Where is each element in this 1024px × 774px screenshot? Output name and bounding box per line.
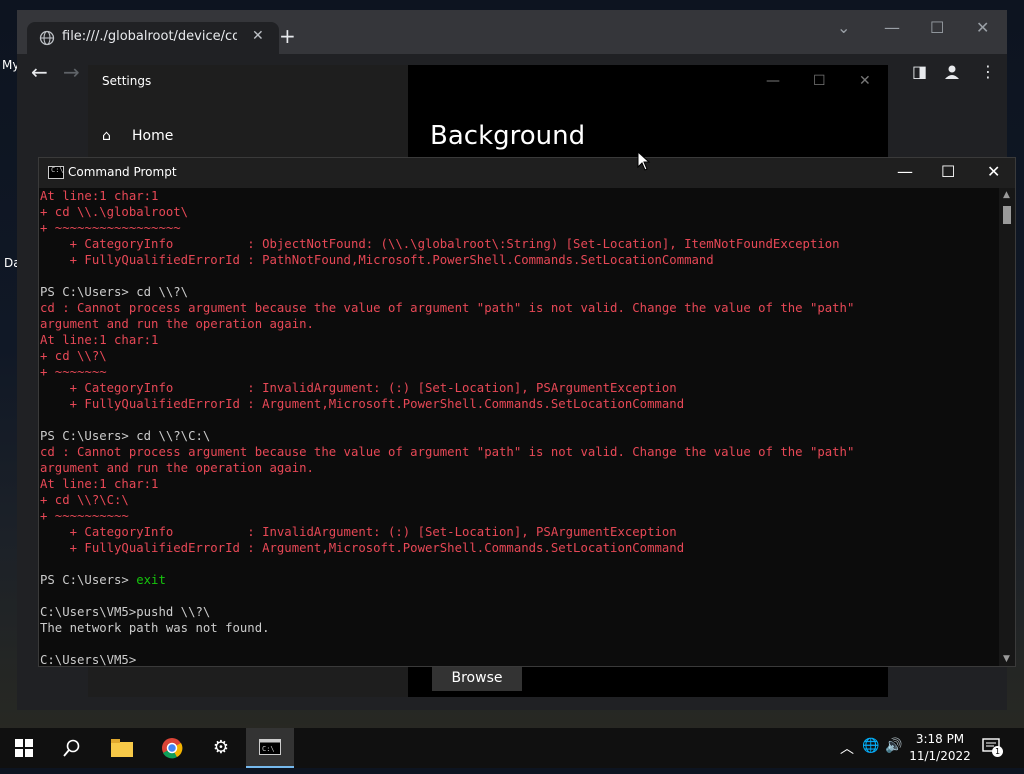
console-line: argument and run the operation again. — [40, 317, 314, 331]
console-line: C:\Users\VM5>pushd \\?\ — [40, 605, 211, 619]
settings-gear-icon[interactable]: ⚙ — [197, 728, 245, 768]
home-label: Home — [132, 128, 174, 144]
scrollbar[interactable]: ▲ ▼ — [999, 188, 1015, 666]
new-tab-button[interactable]: + — [279, 24, 296, 48]
cmd-titlebar[interactable]: C:\ Command Prompt — ☐ ✕ — [39, 158, 1015, 188]
console-line: At line:1 char:1 — [40, 477, 159, 491]
console-line: At line:1 char:1 — [40, 333, 159, 347]
maximize-icon[interactable]: ☐ — [813, 73, 826, 89]
settings-title: Settings — [102, 74, 152, 88]
notification-icon[interactable]: 1 — [982, 738, 1003, 757]
close-icon[interactable]: ✕ — [976, 18, 989, 37]
back-button[interactable]: ← — [31, 60, 48, 84]
console-line: cd : Cannot process argument because the… — [40, 445, 855, 459]
console-line: + cd \\?\C:\ — [40, 493, 129, 507]
file-explorer-icon[interactable] — [98, 728, 146, 768]
chevron-up-icon[interactable]: ︿ — [840, 738, 854, 758]
side-panel-icon[interactable]: ◨ — [912, 62, 927, 81]
minimize-icon[interactable]: — — [766, 73, 780, 89]
clock-date: 11/1/2022 — [909, 749, 971, 763]
console-line: argument and run the operation again. — [40, 461, 314, 475]
console-line: The network path was not found. — [40, 621, 270, 635]
minimize-icon[interactable]: — — [897, 162, 913, 181]
search-icon[interactable] — [48, 728, 96, 768]
tab-search-icon[interactable]: ⌄ — [837, 18, 850, 37]
command-prompt-task-icon[interactable]: C:\ — [246, 728, 294, 768]
console-line: + FullyQualifiedErrorId : PathNotFound,M… — [40, 253, 714, 267]
start-button[interactable] — [0, 728, 48, 768]
console-line: + cd \\.\globalroot\ — [40, 205, 189, 219]
svg-text:C:\: C:\ — [262, 745, 275, 753]
maximize-icon[interactable]: ☐ — [941, 162, 955, 181]
console-line: + FullyQualifiedErrorId : Argument,Micro… — [40, 397, 685, 411]
console-line: cd : Cannot process argument because the… — [40, 301, 855, 315]
notification-badge: 1 — [992, 746, 1003, 757]
scroll-up-icon[interactable]: ▲ — [1003, 190, 1010, 200]
profile-icon[interactable] — [944, 64, 960, 80]
windows-logo-icon — [15, 739, 33, 757]
console-text: At line:1 char:1 + cd \\.\globalroot\ + ~~… — [39, 188, 999, 666]
browse-button[interactable]: Browse — [432, 665, 522, 691]
console-line: + CategoryInfo : InvalidArgument: (:) [S… — [40, 525, 677, 539]
console-line: C:\Users\VM5> — [40, 653, 137, 666]
console-line: + ~~~~~~~~~~~~~~~~~ — [40, 221, 181, 235]
page-title: Background — [430, 121, 586, 151]
scroll-down-icon[interactable]: ▼ — [1003, 654, 1010, 664]
window-title: Command Prompt — [68, 165, 177, 179]
home-icon: ⌂ — [102, 128, 111, 144]
tab-title: file:///./globalroot/device/condrv/ — [62, 29, 237, 44]
scrollbar-thumb[interactable] — [1003, 206, 1011, 224]
volume-icon[interactable]: 🔊 — [885, 738, 902, 754]
console-line: At line:1 char:1 — [40, 189, 159, 203]
console-line: + cd \\?\ — [40, 349, 107, 363]
minimize-icon[interactable]: — — [884, 18, 900, 37]
tab-strip: file:///./globalroot/device/condrv/ ✕ + … — [17, 10, 1007, 54]
taskbar: ⚙ C:\ ︿ 🌐 🔊 3:18 PM 11/1/2022 1 — [0, 728, 1024, 768]
browser-tab[interactable]: file:///./globalroot/device/condrv/ ✕ — [27, 22, 279, 54]
console-line: PS C:\Users> exit — [40, 573, 166, 587]
maximize-icon[interactable]: ☐ — [930, 18, 944, 37]
console-output[interactable]: At line:1 char:1 + cd \\.\globalroot\ + ~~… — [39, 188, 999, 666]
settings-home-item[interactable]: ⌂ Home — [102, 128, 173, 144]
cmd-icon: C:\ — [48, 166, 64, 179]
clock-time: 3:18 PM — [915, 732, 965, 746]
menu-icon[interactable]: ⋮ — [980, 62, 996, 81]
console-line: PS C:\Users> cd \\?\ — [40, 285, 189, 299]
command-prompt-window: C:\ Command Prompt — ☐ ✕ At line:1 char:… — [38, 157, 1016, 667]
globe-icon — [39, 30, 55, 46]
console-line: PS C:\Users> cd \\?\C:\ — [40, 429, 211, 443]
chrome-icon[interactable] — [148, 728, 196, 768]
console-line: + CategoryInfo : ObjectNotFound: (\\.\gl… — [40, 237, 840, 251]
tab-close-icon[interactable]: ✕ — [252, 28, 264, 44]
network-icon[interactable]: 🌐 — [862, 738, 879, 754]
clock[interactable]: 3:18 PM 11/1/2022 — [908, 731, 972, 765]
console-line: + FullyQualifiedErrorId : Argument,Micro… — [40, 541, 685, 555]
console-line: + ~~~~~~~ — [40, 365, 107, 379]
close-icon[interactable]: ✕ — [987, 162, 1000, 181]
close-icon[interactable]: ✕ — [859, 73, 871, 89]
mouse-cursor-icon — [637, 151, 651, 171]
forward-button[interactable]: → — [63, 60, 80, 84]
console-line: + ~~~~~~~~~~ — [40, 509, 129, 523]
console-line: + CategoryInfo : InvalidArgument: (:) [S… — [40, 381, 677, 395]
